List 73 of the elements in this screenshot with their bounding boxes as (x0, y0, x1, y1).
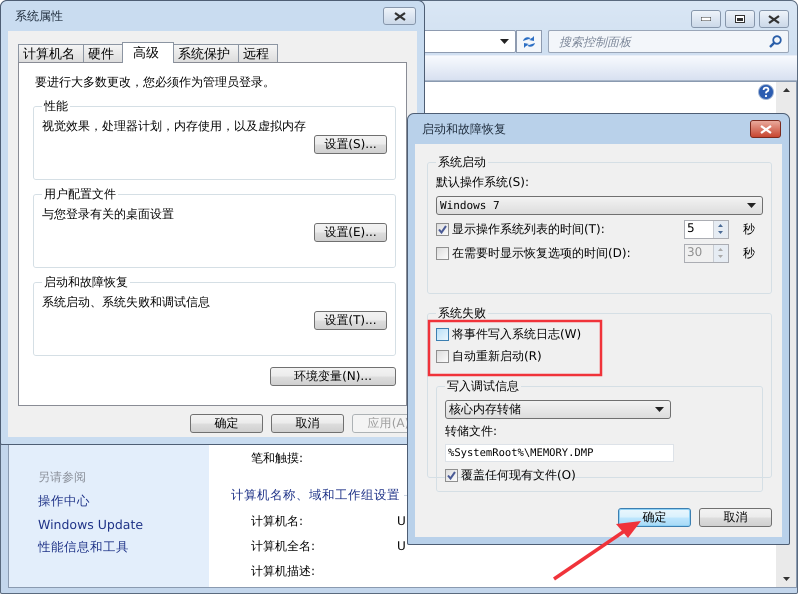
field-label: 计算机名: (251, 512, 304, 530)
dialog-button[interactable]: 取消 (699, 508, 772, 527)
checkbox-label: 显示操作系统列表的时间(T): (452, 221, 606, 238)
group-title: 启动和故障恢复 (43, 274, 129, 291)
search-field[interactable]: 搜索控制面板 (548, 30, 789, 54)
close-button[interactable] (383, 7, 416, 25)
see-also-heading: 另请参阅 (38, 469, 87, 486)
dropdown-arrow-icon (747, 203, 756, 208)
checkbox-label: 自动重新启动(R) (452, 348, 543, 365)
checkbox[interactable] (436, 328, 449, 341)
maximize-button[interactable] (725, 10, 755, 28)
settings-button[interactable]: 设置(S)... (314, 135, 387, 154)
checkbox-label: 在需要时显示恢复选项的时间(D): (452, 245, 632, 262)
side-link[interactable]: Windows Update (38, 517, 209, 532)
group-description: 与您登录有关的桌面设置 (42, 206, 175, 223)
close-icon (768, 14, 780, 24)
dropdown-arrow-icon (655, 407, 664, 412)
tab[interactable]: 高级 (122, 42, 174, 63)
dump-type-dropdown[interactable]: 核心内存转储 (445, 400, 671, 419)
checkbox[interactable] (436, 350, 449, 363)
minimize-icon (701, 17, 711, 21)
refresh-button[interactable] (516, 30, 542, 54)
window-title: 系统属性 (15, 8, 63, 24)
unit-label: 秒 (742, 221, 756, 238)
window-title: 启动和故障恢复 (422, 120, 506, 138)
field-label: 默认操作系统(S): (436, 174, 530, 191)
settings-button[interactable]: 设置(E)... (314, 223, 387, 242)
search-icon (769, 35, 782, 48)
group-title: 系统失败 (437, 305, 487, 322)
field-label: 笔和触摸: (251, 450, 304, 467)
checkbox-label: 覆盖任何现有文件(O) (461, 467, 577, 484)
checkbox-label: 将事件写入系统日志(W) (452, 326, 582, 343)
field-label: 转储文件: (445, 423, 498, 440)
group-description: 系统启动、系统失败和调试信息 (42, 294, 211, 311)
checkbox[interactable] (445, 469, 458, 482)
group-title: 写入调试信息 (446, 378, 520, 395)
environment-variables-button[interactable]: 环境变量(N)... (270, 367, 396, 386)
maximize-icon (735, 15, 745, 23)
field-value: U (397, 539, 406, 553)
group-title: 用户配置文件 (43, 186, 117, 203)
refresh-icon (522, 36, 536, 48)
input-field[interactable]: %SystemRoot%\MEMORY.DMP (445, 444, 674, 462)
section-heading: 计算机名称、域和工作组设置 (231, 487, 400, 504)
tab[interactable]: 远程 (238, 44, 278, 62)
unit-label: 秒 (742, 245, 756, 262)
help-icon[interactable] (758, 84, 774, 100)
dropdown-arrow-icon (500, 39, 509, 44)
side-link[interactable]: 操作中心 (38, 493, 209, 510)
field-value: U (397, 514, 406, 528)
notice-text: 要进行大多数更改，您必须作为管理员登录。 (35, 74, 276, 91)
group-title: 性能 (42, 98, 69, 115)
side-link[interactable]: 性能信息和工具 (38, 539, 209, 556)
field-label: 计算机全名: (251, 538, 316, 554)
dialog-button[interactable]: 确定 (190, 414, 263, 433)
group-title: 系统启动 (437, 154, 487, 171)
number-spinner[interactable]: 5 (684, 220, 729, 239)
minimize-button[interactable] (691, 10, 721, 28)
settings-button[interactable]: 设置(T)... (314, 311, 387, 330)
tab[interactable]: 计算机名 (18, 44, 84, 62)
close-icon (760, 124, 772, 134)
close-button[interactable] (759, 10, 789, 28)
checkbox[interactable] (436, 223, 449, 236)
dialog-button[interactable]: 取消 (271, 414, 344, 433)
scroll-down-icon[interactable] (782, 577, 790, 581)
field-label: 计算机描述: (251, 562, 316, 580)
dialog-button[interactable]: 确定 (618, 508, 691, 527)
close-icon (394, 12, 406, 20)
tab[interactable]: 系统保护 (173, 44, 239, 62)
os-dropdown[interactable]: Windows 7 (436, 196, 763, 215)
close-button[interactable] (750, 120, 781, 138)
tab[interactable]: 硬件 (83, 44, 123, 62)
scroll-up-icon[interactable] (782, 88, 790, 92)
group-description: 视觉效果，处理器计划，内存使用，以及虚拟内存 (42, 118, 307, 135)
